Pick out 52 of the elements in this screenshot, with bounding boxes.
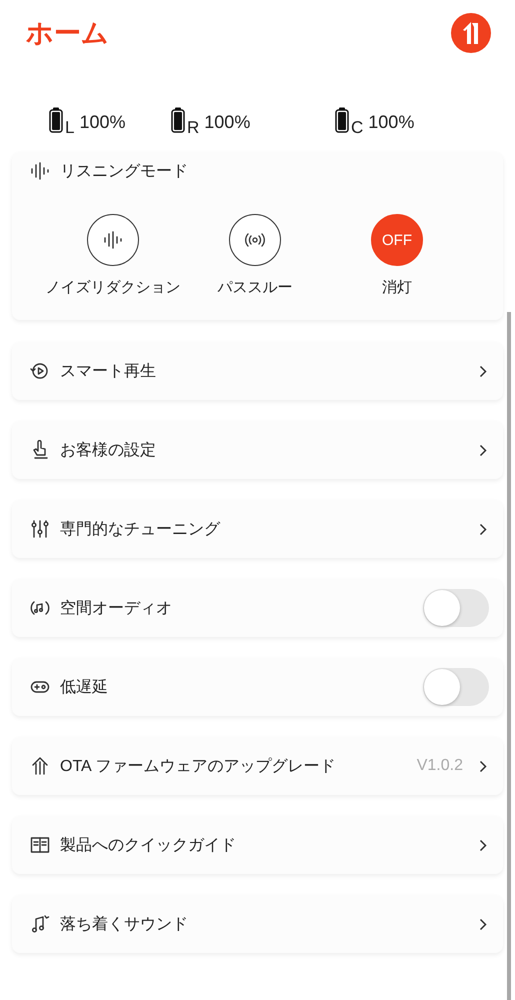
chevron-right-icon bbox=[479, 522, 487, 536]
mode-button[interactable] bbox=[229, 214, 281, 266]
settings-row[interactable]: 専門的なチューニング bbox=[12, 500, 503, 558]
settings-row[interactable]: 空間オーディオ bbox=[12, 579, 503, 637]
settings-row[interactable]: スマート再生 bbox=[12, 342, 503, 400]
row-label: 落ち着くサウンド bbox=[60, 914, 189, 934]
mode-label: ノイズリダクション bbox=[46, 278, 180, 297]
mode-label: パススルー bbox=[218, 278, 292, 297]
mode-label: 消灯 bbox=[382, 278, 412, 297]
scrollbar[interactable] bbox=[507, 312, 511, 1000]
section-title: リスニングモード bbox=[60, 162, 188, 182]
sound-wave-icon bbox=[30, 162, 50, 180]
earbud-side-label: L bbox=[65, 118, 74, 138]
chevron-right-icon bbox=[479, 918, 487, 930]
battery-icon bbox=[49, 107, 63, 133]
battery-icon bbox=[335, 107, 349, 133]
battery-percent: 100% bbox=[79, 112, 126, 133]
settings-row[interactable]: OTA ファームウェアのアップグレード V1.0.2 bbox=[12, 737, 503, 795]
row-label: お客様の設定 bbox=[60, 440, 157, 460]
sliders-icon bbox=[30, 519, 50, 539]
sound-wave-icon bbox=[103, 231, 123, 249]
chevron-right-icon bbox=[479, 838, 487, 852]
row-label: スマート再生 bbox=[60, 362, 157, 382]
settings-row[interactable]: 落ち着くサウンド bbox=[12, 895, 503, 953]
toggle-switch[interactable] bbox=[423, 589, 489, 627]
battery-percent: 100% bbox=[368, 112, 414, 133]
settings-row[interactable]: 製品へのクイックガイド bbox=[12, 816, 503, 874]
mode-button[interactable]: OFF bbox=[371, 214, 423, 266]
toggle-switch[interactable] bbox=[423, 668, 489, 706]
mode-button[interactable] bbox=[87, 214, 139, 266]
chevron-right-icon bbox=[479, 760, 487, 772]
earbud-side-label: C bbox=[351, 118, 364, 138]
battery-percent: 100% bbox=[204, 112, 250, 133]
brand-logo-icon bbox=[451, 13, 491, 53]
page-title: ホーム bbox=[26, 17, 109, 50]
battery-icon bbox=[171, 107, 185, 133]
version-text: V1.0.2 bbox=[416, 757, 463, 775]
row-label: 製品へのクイックガイド bbox=[60, 836, 237, 856]
chevron-right-icon bbox=[479, 364, 487, 378]
book-icon bbox=[30, 835, 50, 855]
earbud-side-label: R bbox=[187, 118, 200, 138]
row-label: 専門的なチューニング bbox=[60, 520, 222, 540]
replay-icon bbox=[30, 361, 50, 381]
music-note-icon bbox=[30, 914, 50, 934]
chevron-right-icon bbox=[479, 444, 487, 456]
row-label: 低遅延 bbox=[60, 678, 109, 698]
broadcast-icon bbox=[244, 233, 266, 247]
settings-row[interactable]: 低遅延 bbox=[12, 658, 503, 716]
row-label: OTA ファームウェアのアップグレード bbox=[60, 756, 336, 776]
upload-arrow-icon bbox=[30, 756, 50, 776]
row-label: 空間オーディオ bbox=[60, 598, 173, 618]
settings-row[interactable]: お客様の設定 bbox=[12, 421, 503, 479]
